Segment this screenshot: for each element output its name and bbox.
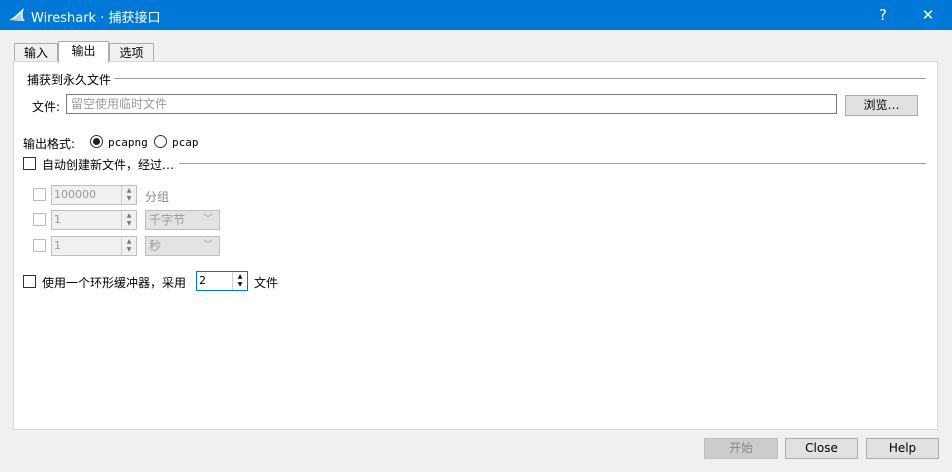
auto-new-file-label: 自动创建新文件，经过… (42, 158, 175, 172)
tab-options[interactable]: 选项 (109, 43, 154, 62)
output-format-label: 输出格式: (23, 137, 76, 151)
section-divider (114, 78, 926, 79)
time-checkbox[interactable] (33, 239, 46, 252)
ring-buffer-suffix: 文件 (254, 276, 279, 290)
ring-buffer-value: 2 (199, 274, 206, 287)
auto-new-file-checkbox[interactable] (23, 157, 36, 170)
time-value: 1 (54, 239, 61, 252)
section-divider (179, 163, 926, 164)
capture-file-section-title: 捕获到永久文件 (27, 73, 112, 87)
size-unit-select[interactable]: 千字节 ﹀ (145, 210, 220, 230)
pcap-label: pcap (172, 136, 199, 149)
ring-buffer-checkbox[interactable] (23, 275, 36, 288)
spin-arrows-icon[interactable]: ▲ ▼ (121, 211, 136, 229)
ring-buffer-label: 使用一个环形缓冲器，采用 (42, 276, 187, 290)
file-label: 文件: (32, 100, 61, 114)
file-path-input[interactable]: 留空使用临时文件 (66, 94, 837, 114)
browse-button[interactable]: 浏览… (845, 95, 918, 116)
title-bar: Wireshark · 捕获接口 ? ✕ (0, 0, 952, 30)
time-spinbox[interactable]: 1 ▲ ▼ (51, 236, 137, 256)
packets-value: 100000 (54, 188, 96, 201)
window-title: Wireshark · 捕获接口 (31, 11, 161, 26)
size-value: 1 (54, 213, 61, 226)
start-button[interactable]: 开始 (704, 438, 778, 459)
pcapng-label: pcapng (108, 136, 148, 149)
wireshark-fin-icon (9, 8, 25, 21)
help-footer-button[interactable]: Help (866, 438, 939, 459)
spin-arrows-icon[interactable]: ▲ ▼ (121, 237, 136, 255)
size-unit-value: 千字节 (149, 213, 186, 227)
chevron-down-icon: ﹀ (203, 214, 213, 225)
close-window-button[interactable]: ✕ (905, 0, 951, 30)
spin-arrows-icon[interactable]: ▲ ▼ (121, 186, 136, 204)
packets-checkbox[interactable] (33, 188, 46, 201)
time-unit-select[interactable]: 秒 ﹀ (145, 236, 220, 256)
size-checkbox[interactable] (33, 213, 46, 226)
help-button[interactable]: ? (860, 0, 906, 30)
ring-buffer-spinbox[interactable]: 2 ▲ ▼ (196, 271, 248, 291)
packets-spinbox[interactable]: 100000 ▲ ▼ (51, 185, 137, 205)
pcap-radio[interactable] (154, 135, 167, 148)
tab-input[interactable]: 输入 (14, 43, 58, 62)
chevron-down-icon: ﹀ (203, 240, 213, 251)
spin-arrows-icon[interactable]: ▲ ▼ (232, 272, 247, 290)
pcapng-radio[interactable] (90, 135, 103, 148)
size-spinbox[interactable]: 1 ▲ ▼ (51, 210, 137, 230)
time-unit-value: 秒 (149, 239, 162, 253)
packets-unit-label: 分组 (145, 190, 170, 204)
output-tab-panel: 捕获到永久文件 文件: 留空使用临时文件 浏览… 输出格式: pcapng pc… (13, 61, 938, 430)
close-button[interactable]: Close (785, 438, 858, 459)
tab-output[interactable]: 输出 (58, 41, 109, 63)
